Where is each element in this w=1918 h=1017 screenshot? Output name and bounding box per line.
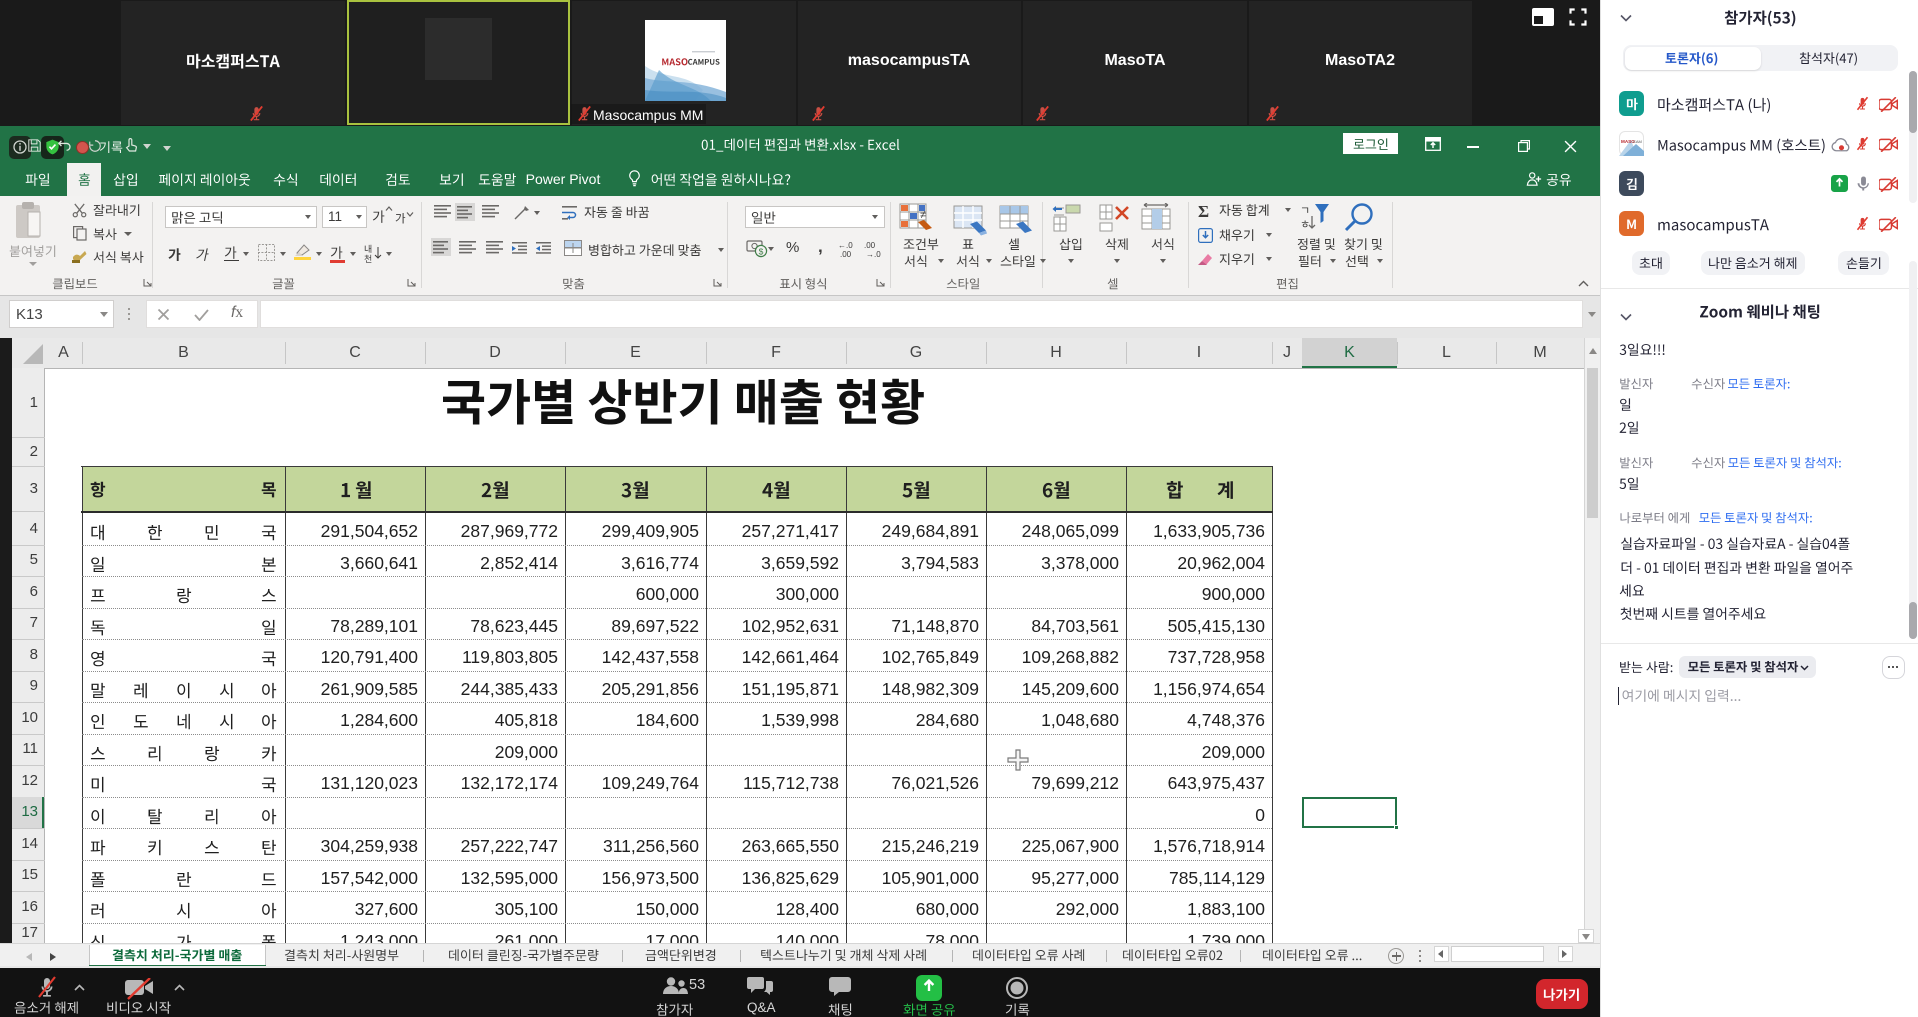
- svg-text:←.0: ←.0: [838, 241, 853, 250]
- svg-text:CAM: CAM: [1633, 139, 1642, 144]
- svg-text:≠: ≠: [920, 209, 926, 221]
- svg-text:$: $: [759, 247, 764, 257]
- svg-text:ㄱ: ㄱ: [1300, 205, 1310, 217]
- svg-text:ㅎ: ㅎ: [1300, 219, 1310, 231]
- svg-text:→.0: →.0: [866, 250, 881, 258]
- svg-text:.00: .00: [840, 250, 852, 258]
- svg-text:.00: .00: [864, 241, 876, 250]
